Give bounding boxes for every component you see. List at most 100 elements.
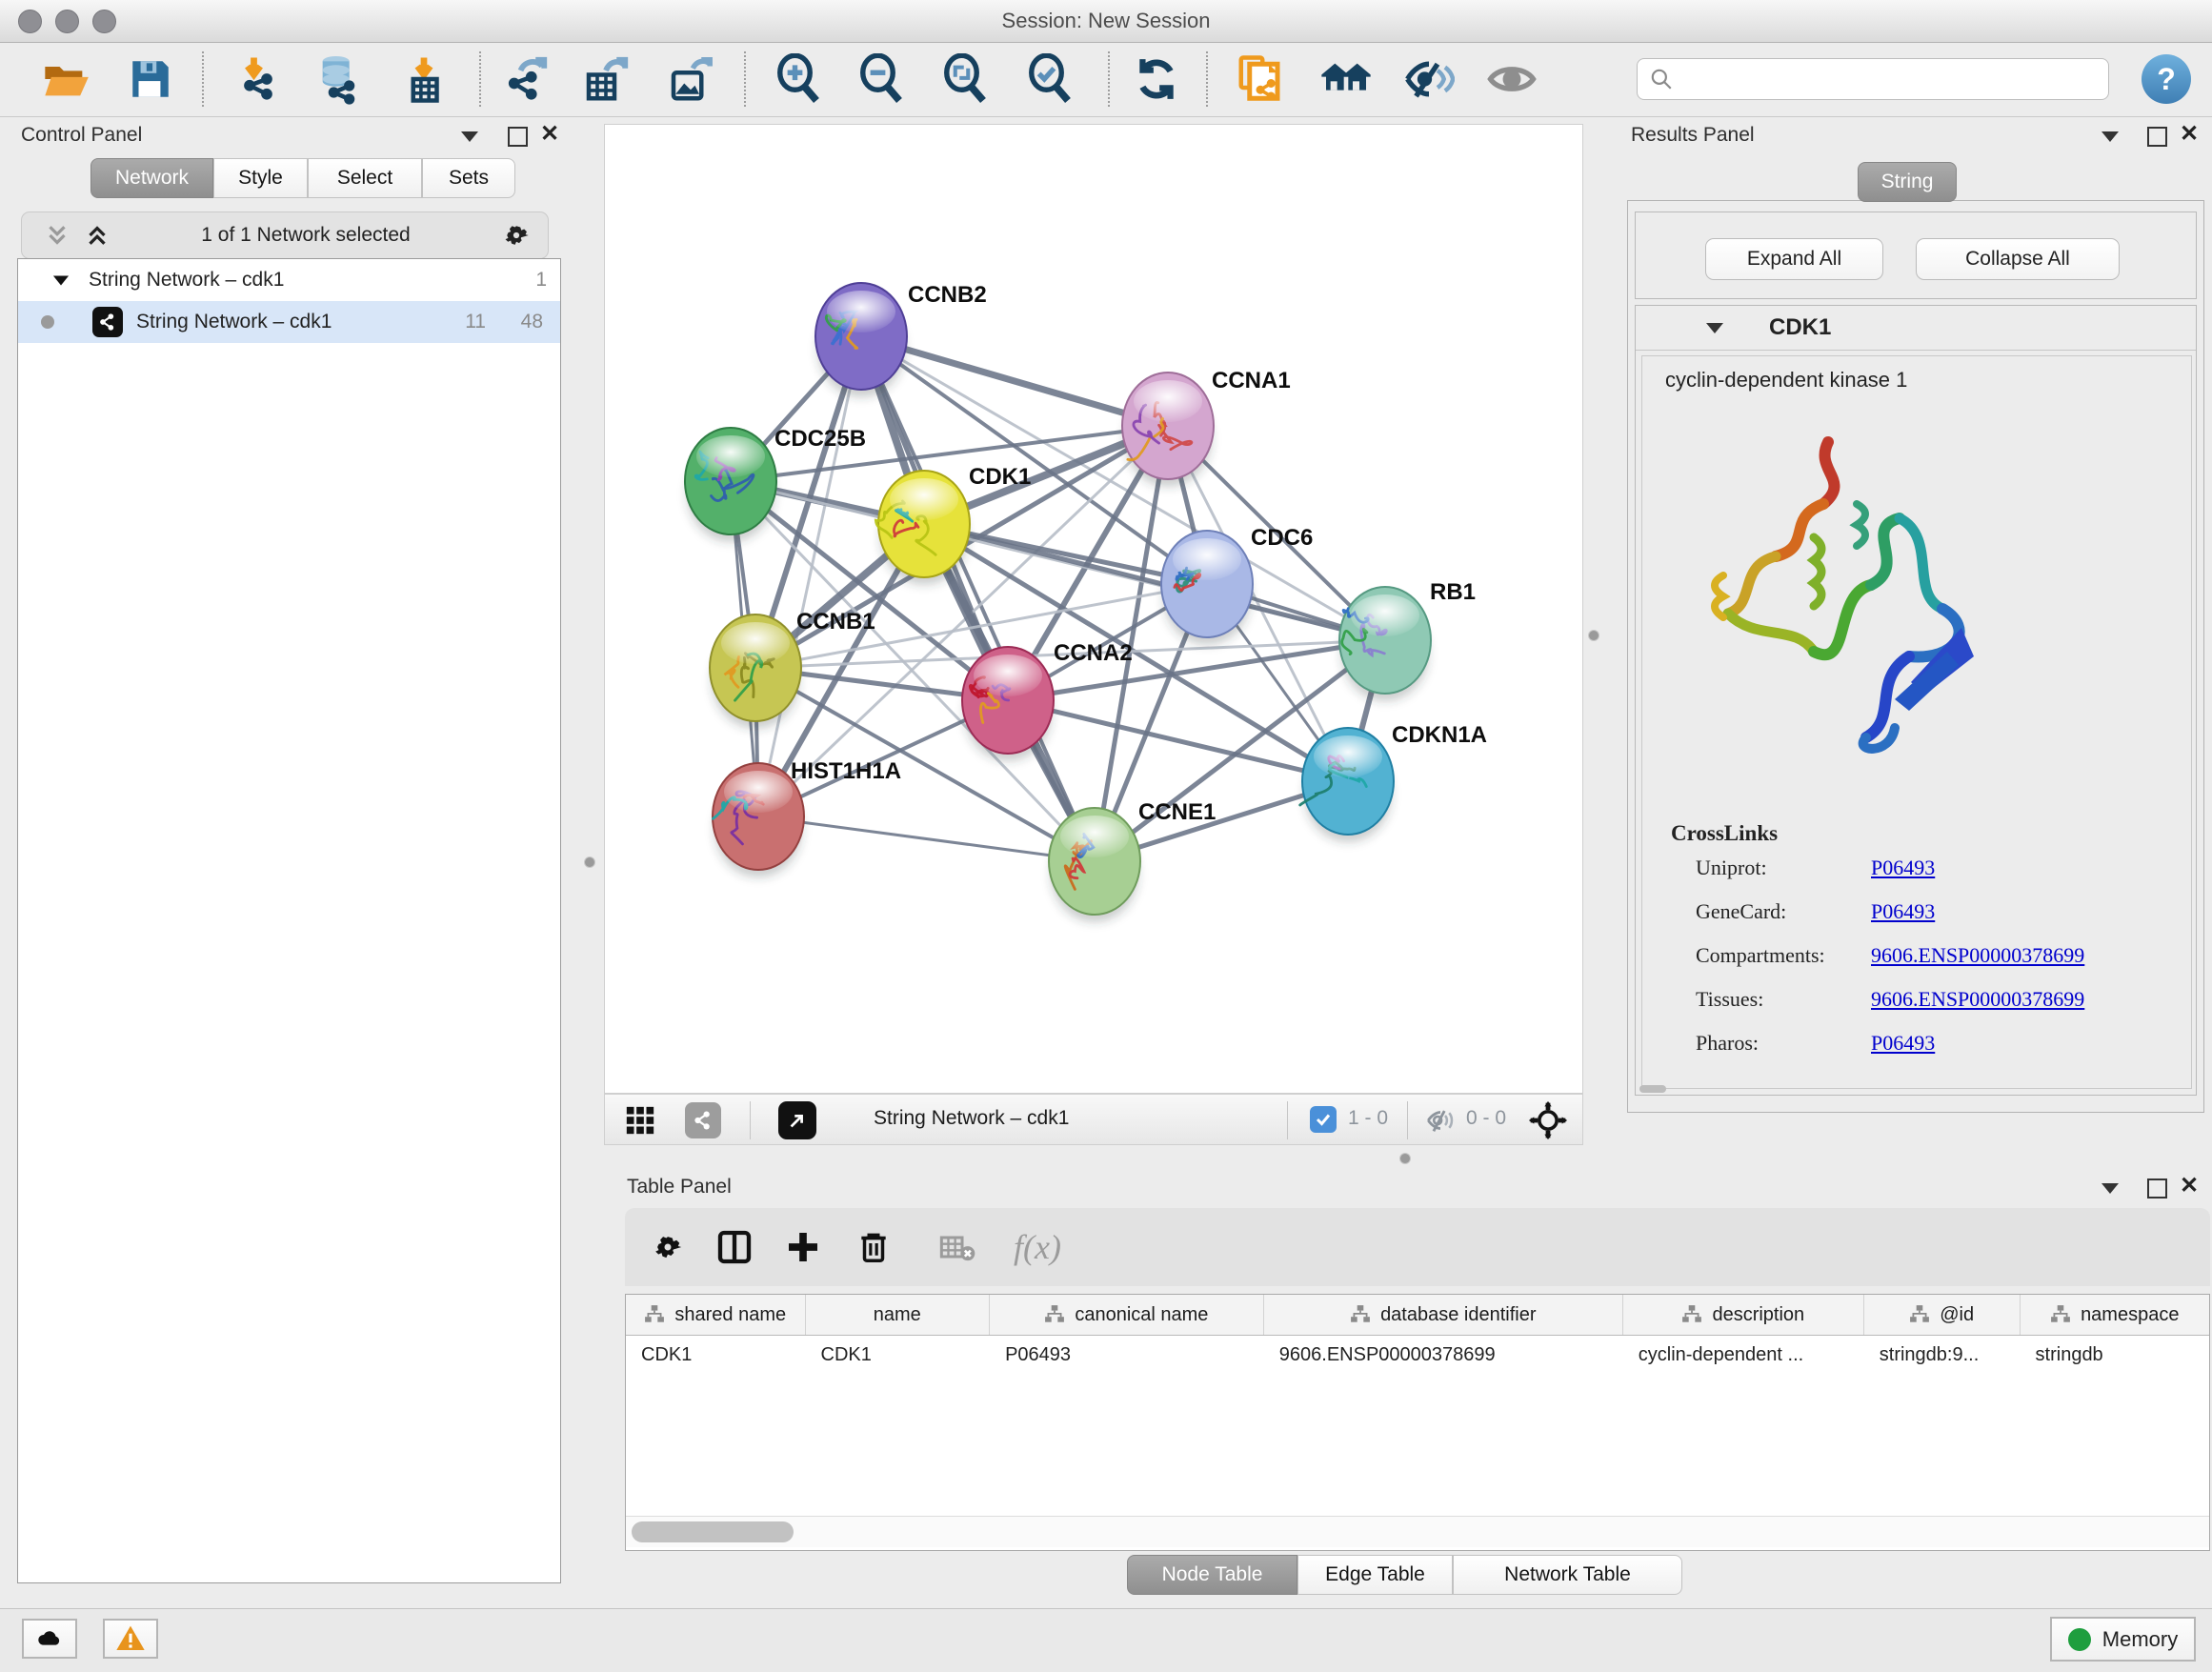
column-header[interactable]: canonical name — [990, 1295, 1264, 1335]
grid-view-icon[interactable] — [624, 1104, 656, 1142]
tab-style[interactable]: Style — [213, 158, 308, 198]
crosslinks-title: CrossLinks — [1671, 821, 1778, 846]
tab-sets[interactable]: Sets — [422, 158, 515, 198]
tab-network-table[interactable]: Network Table — [1453, 1555, 1682, 1595]
warning-icon — [115, 1623, 146, 1654]
delete-column-trash-icon[interactable] — [852, 1225, 895, 1269]
column-header[interactable]: database identifier — [1264, 1295, 1623, 1335]
clone-network-button[interactable] — [1233, 51, 1288, 107]
panel-collapse-icon[interactable] — [461, 131, 478, 142]
zoom-in-button[interactable] — [772, 51, 827, 107]
horizontal-scrollbar-thumb[interactable] — [1639, 1085, 1666, 1093]
tab-network[interactable]: Network — [90, 158, 213, 198]
memory-button[interactable]: Memory — [2050, 1617, 2196, 1662]
save-session-button[interactable] — [123, 51, 178, 107]
tree-expander-icon[interactable] — [53, 275, 69, 285]
column-header[interactable]: namespace — [2021, 1295, 2209, 1335]
zoom-selected-button[interactable] — [1023, 51, 1078, 107]
entry-expander-icon[interactable] — [1706, 323, 1723, 333]
export-table-button[interactable] — [578, 51, 633, 107]
open-in-window-button[interactable] — [778, 1101, 816, 1139]
crosslink-link[interactable]: 9606.ENSP00000378699 — [1871, 943, 2084, 968]
results-panel-title: Results Panel — [1631, 124, 1755, 147]
network-node-count: 11 — [465, 311, 486, 333]
database-network-icon — [312, 52, 365, 106]
hierarchy-icon — [1044, 1304, 1065, 1325]
zoom-fit-button[interactable] — [938, 51, 994, 107]
panel-close-icon[interactable]: ✕ — [540, 126, 559, 142]
add-column-icon[interactable] — [781, 1225, 825, 1269]
memory-label: Memory — [2102, 1627, 2178, 1652]
tab-select[interactable]: Select — [308, 158, 422, 198]
network-list-view-icon[interactable] — [685, 1102, 721, 1138]
search-input[interactable] — [1683, 68, 2087, 91]
export-network-button[interactable] — [497, 51, 553, 107]
expand-all-button[interactable]: Expand All — [1705, 238, 1883, 280]
panel-float-icon[interactable] — [2147, 1178, 2167, 1199]
network-canvas[interactable]: CCNB2CCNA1CDC25BCDK1CDC6RB1CCNB1CCNA2CDK… — [604, 124, 1583, 1094]
column-header[interactable]: shared name — [626, 1295, 806, 1335]
table-settings-gear-icon[interactable] — [646, 1225, 690, 1269]
crosslink-link[interactable]: P06493 — [1871, 1031, 1935, 1056]
first-neighbors-button[interactable] — [1318, 51, 1374, 107]
network-icon — [92, 307, 123, 337]
network-collection-row[interactable]: String Network – cdk1 1 — [18, 259, 560, 301]
crosslink-link[interactable]: 9606.ENSP00000378699 — [1871, 987, 2084, 1012]
column-header[interactable]: name — [806, 1295, 990, 1335]
toolbar-separator — [202, 51, 204, 107]
network-graph[interactable]: CCNB2CCNA1CDC25BCDK1CDC6RB1CCNB1CCNA2CDK… — [605, 125, 1582, 1093]
hide-selected-button[interactable] — [1401, 51, 1457, 107]
show-columns-icon[interactable] — [713, 1225, 756, 1269]
refresh-button[interactable] — [1129, 51, 1184, 107]
expand-all-chevrons-icon[interactable] — [43, 221, 71, 250]
svg-text:RB1: RB1 — [1430, 579, 1476, 605]
hidden-eye-icon — [1424, 1104, 1457, 1142]
crosslink-link[interactable]: P06493 — [1871, 899, 1935, 924]
titlebar: Session: New Session — [0, 0, 2212, 43]
show-all-button[interactable] — [1484, 51, 1539, 107]
tab-string[interactable]: String — [1858, 162, 1957, 202]
panel-collapse-icon[interactable] — [2101, 131, 2119, 142]
import-network-button[interactable] — [231, 51, 286, 107]
zoom-out-button[interactable] — [855, 51, 910, 107]
panel-close-icon[interactable]: ✕ — [2180, 1178, 2199, 1194]
selected-checkbox-icon[interactable] — [1310, 1106, 1337, 1133]
crosslink-link[interactable]: P06493 — [1871, 856, 1935, 880]
status-bar: Memory — [0, 1608, 2212, 1672]
tab-edge-table[interactable]: Edge Table — [1297, 1555, 1453, 1595]
help-button[interactable]: ? — [2142, 54, 2191, 104]
import-table-button[interactable] — [396, 51, 452, 107]
toolbar-separator — [1206, 51, 1208, 107]
warnings-button[interactable] — [103, 1619, 158, 1659]
import-network-icon — [232, 53, 284, 105]
gene-entry-header[interactable]: CDK1 — [1636, 306, 2196, 351]
collapse-all-chevrons-icon[interactable] — [83, 221, 111, 250]
copy-network-icon — [1235, 53, 1286, 105]
zoom-in-icon — [774, 53, 825, 105]
panel-close-icon[interactable]: ✕ — [2180, 126, 2199, 142]
gear-icon[interactable] — [500, 219, 533, 252]
scrollbar-thumb[interactable] — [632, 1521, 794, 1542]
splitter-handle[interactable] — [584, 856, 595, 868]
tab-node-table[interactable]: Node Table — [1127, 1555, 1297, 1595]
table-horizontal-scrollbar[interactable] — [626, 1516, 2209, 1547]
panel-float-icon[interactable] — [2147, 127, 2167, 147]
houses-icon — [1319, 52, 1373, 106]
zoom-fit-icon — [940, 53, 992, 105]
column-header[interactable]: @id — [1864, 1295, 2021, 1335]
collapse-all-button[interactable]: Collapse All — [1916, 238, 2120, 280]
cloud-button[interactable] — [22, 1619, 77, 1659]
panel-collapse-icon[interactable] — [2101, 1183, 2119, 1194]
search-box[interactable] — [1637, 58, 2109, 100]
network-row[interactable]: String Network – cdk1 11 48 — [18, 301, 560, 343]
table-row[interactable]: CDK1 CDK1 P06493 9606.ENSP00000378699 cy… — [626, 1336, 2209, 1374]
import-network-from-database-button[interactable] — [311, 51, 366, 107]
splitter-handle[interactable] — [1588, 630, 1599, 641]
column-header[interactable]: description — [1623, 1295, 1864, 1335]
svg-text:CDK1: CDK1 — [969, 464, 1031, 490]
export-image-button[interactable] — [663, 51, 718, 107]
splitter-handle[interactable] — [1399, 1153, 1411, 1164]
open-session-button[interactable] — [38, 51, 93, 107]
panel-float-icon[interactable] — [508, 127, 528, 147]
birds-eye-crosshair-icon[interactable] — [1527, 1099, 1569, 1147]
